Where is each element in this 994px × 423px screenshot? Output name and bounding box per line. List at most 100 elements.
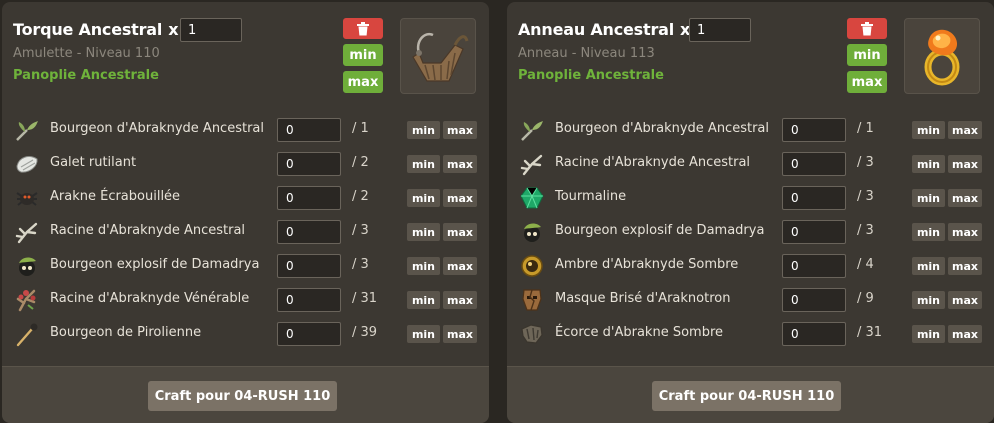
- masque-brise-icon: [522, 289, 542, 311]
- quantity-input[interactable]: [180, 18, 242, 42]
- resource-max-button[interactable]: max: [443, 189, 477, 207]
- resource-name: Galet rutilant: [50, 155, 137, 170]
- resource-max-button[interactable]: max: [948, 155, 982, 173]
- bourgeon-explosif-icon: [524, 223, 541, 242]
- set-link[interactable]: Panoplie Ancestrale: [13, 68, 159, 83]
- resource-quantity-input[interactable]: [782, 220, 846, 244]
- resource-required: / 2: [352, 189, 369, 204]
- resource-min-button[interactable]: min: [912, 121, 945, 139]
- craft-button[interactable]: Craft pour 04-RUSH 110: [652, 381, 841, 411]
- resource-required: / 3: [857, 223, 874, 238]
- item-title: Anneau Ancestral x: [518, 20, 691, 39]
- resource-name: Masque Brisé d'Araknotron: [555, 291, 731, 306]
- resource-min-button[interactable]: min: [407, 155, 440, 173]
- craft-panel-torque: Torque Ancestralx Amulette - Niveau 110 …: [2, 2, 489, 423]
- resource-name: Tourmaline: [555, 189, 627, 204]
- resource-max-button[interactable]: max: [948, 121, 982, 139]
- item-type-level: Amulette - Niveau 110: [13, 46, 160, 61]
- quantity-input[interactable]: [689, 18, 751, 42]
- resource-quantity-input[interactable]: [277, 220, 341, 244]
- resource-row: Écorce d'Abrakne Sombre / 31 min max: [507, 317, 994, 351]
- item-header: Torque Ancestralx Amulette - Niveau 110 …: [2, 2, 489, 110]
- resource-quantity-input[interactable]: [277, 254, 341, 278]
- resource-max-button[interactable]: max: [443, 325, 477, 343]
- resource-required: / 31: [857, 325, 883, 340]
- resource-min-button[interactable]: min: [407, 189, 440, 207]
- resource-required: / 2: [352, 155, 369, 170]
- resource-row: Ambre d'Abraknyde Sombre / 4 min max: [507, 249, 994, 283]
- resource-quantity-input[interactable]: [782, 118, 846, 142]
- anneau-ring-image: [924, 29, 960, 86]
- resource-row: Bourgeon d'Abraknyde Ancestral / 1 min m…: [2, 113, 489, 147]
- item-image-frame: [904, 18, 980, 94]
- resource-required: / 4: [857, 257, 874, 272]
- resource-quantity-input[interactable]: [277, 152, 341, 176]
- delete-button[interactable]: [343, 18, 383, 39]
- resource-min-button[interactable]: min: [912, 291, 945, 309]
- resource-max-button[interactable]: max: [948, 223, 982, 241]
- max-button[interactable]: max: [343, 71, 383, 93]
- resource-quantity-input[interactable]: [277, 322, 341, 346]
- resource-quantity-input[interactable]: [277, 186, 341, 210]
- resource-min-button[interactable]: min: [912, 223, 945, 241]
- galet-rutilant-icon: [16, 156, 38, 173]
- resource-name: Racine d'Abraknyde Ancestral: [50, 223, 246, 238]
- bourgeon-ancestral-icon: [521, 121, 543, 141]
- resource-min-button[interactable]: min: [912, 189, 945, 207]
- resource-min-button[interactable]: min: [912, 325, 945, 343]
- resource-max-button[interactable]: max: [948, 325, 982, 343]
- item-header: Anneau Ancestralx Anneau - Niveau 113 Pa…: [507, 2, 994, 110]
- resource-max-button[interactable]: max: [443, 121, 477, 139]
- resource-name: Bourgeon d'Abraknyde Ancestral: [50, 121, 264, 136]
- resource-required: / 3: [857, 155, 874, 170]
- bourgeon-explosif-icon: [19, 257, 36, 276]
- resource-min-button[interactable]: min: [407, 325, 440, 343]
- resource-name: Ambre d'Abraknyde Sombre: [555, 257, 739, 272]
- delete-button[interactable]: [847, 18, 887, 39]
- racine-ancestral-icon: [520, 154, 543, 176]
- resource-required: / 1: [352, 121, 369, 136]
- resource-max-button[interactable]: max: [443, 223, 477, 241]
- trash-icon: [357, 21, 369, 35]
- racine-ancestral-icon: [15, 222, 38, 244]
- resource-min-button[interactable]: min: [407, 257, 440, 275]
- set-link[interactable]: Panoplie Ancestrale: [518, 68, 664, 83]
- resource-row: Galet rutilant / 2 min max: [2, 147, 489, 181]
- resource-row: Bourgeon de Pirolienne / 39 min max: [2, 317, 489, 351]
- resource-min-button[interactable]: min: [407, 291, 440, 309]
- min-button[interactable]: min: [343, 44, 383, 66]
- resource-max-button[interactable]: max: [443, 257, 477, 275]
- resource-quantity-input[interactable]: [782, 152, 846, 176]
- resource-quantity-input[interactable]: [277, 118, 341, 142]
- resource-min-button[interactable]: min: [912, 257, 945, 275]
- resource-required: / 3: [857, 189, 874, 204]
- item-image-frame: [400, 18, 476, 94]
- resource-max-button[interactable]: max: [443, 155, 477, 173]
- resource-quantity-input[interactable]: [782, 322, 846, 346]
- resource-row: Bourgeon explosif de Damadrya / 3 min ma…: [2, 249, 489, 283]
- resource-row: Tourmaline / 3 min max: [507, 181, 994, 215]
- resource-max-button[interactable]: max: [948, 291, 982, 309]
- resource-quantity-input[interactable]: [782, 254, 846, 278]
- resource-max-button[interactable]: max: [948, 189, 982, 207]
- resource-min-button[interactable]: min: [407, 223, 440, 241]
- resource-name: Écorce d'Abrakne Sombre: [555, 325, 724, 340]
- resource-quantity-input[interactable]: [277, 288, 341, 312]
- resource-required: / 1: [857, 121, 874, 136]
- panel-gap: [489, 0, 507, 423]
- craft-panel-anneau: Anneau Ancestralx Anneau - Niveau 113 Pa…: [507, 2, 994, 423]
- resource-min-button[interactable]: min: [407, 121, 440, 139]
- resource-max-button[interactable]: max: [443, 291, 477, 309]
- craft-button[interactable]: Craft pour 04-RUSH 110: [148, 381, 337, 411]
- min-button[interactable]: min: [847, 44, 887, 66]
- resource-required: / 9: [857, 291, 874, 306]
- resource-required: / 39: [352, 325, 378, 340]
- max-button[interactable]: max: [847, 71, 887, 93]
- resource-quantity-input[interactable]: [782, 288, 846, 312]
- resource-max-button[interactable]: max: [948, 257, 982, 275]
- resource-min-button[interactable]: min: [912, 155, 945, 173]
- resource-name: Bourgeon explosif de Damadrya: [50, 257, 260, 272]
- resource-required: / 3: [352, 223, 369, 238]
- resource-name: Racine d'Abraknyde Ancestral: [555, 155, 751, 170]
- resource-quantity-input[interactable]: [782, 186, 846, 210]
